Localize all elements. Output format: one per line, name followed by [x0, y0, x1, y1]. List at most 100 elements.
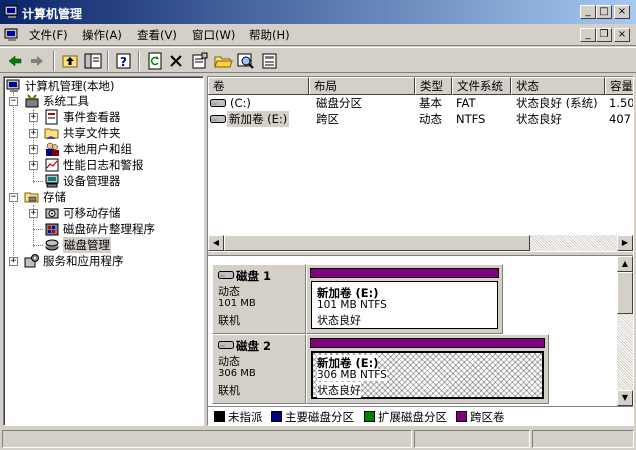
- expand-icon[interactable]: +: [29, 145, 38, 154]
- disk-2-volume-area[interactable]: 新加卷 (E:) 306 MB NTFS 状态良好: [306, 334, 549, 404]
- status-bar-pane-3: [532, 430, 634, 448]
- back-icon[interactable]: [5, 51, 25, 71]
- tree-item-label: 设备管理器: [63, 174, 121, 188]
- expand-icon[interactable]: +: [29, 129, 38, 138]
- restore-icon: ❐: [599, 29, 609, 40]
- show-hide-tree-icon[interactable]: [83, 51, 103, 71]
- minimize-button[interactable]: _: [580, 5, 596, 19]
- close-button[interactable]: ×: [614, 5, 630, 19]
- mmc-console-icon[interactable]: [4, 27, 20, 43]
- collapse-icon[interactable]: −: [9, 193, 18, 202]
- disk-name: 磁盘 1: [236, 269, 272, 283]
- forward-icon[interactable]: [27, 51, 47, 71]
- cell-capacity: 407: [609, 112, 631, 126]
- scroll-left-icon[interactable]: ◀: [208, 235, 224, 251]
- computer-management-icon: [4, 5, 18, 18]
- disk-1-volume-area[interactable]: 新加卷 (E:) 101 MB NTFS 状态良好: [306, 264, 503, 334]
- removable-storage-icon: [45, 208, 59, 219]
- collapse-icon[interactable]: −: [9, 97, 18, 106]
- disk-2-info[interactable]: 磁盘 2 动态 306 MB 联机: [212, 334, 306, 404]
- maximize-button[interactable]: □: [596, 5, 612, 19]
- legend-label: 主要磁盘分区: [285, 410, 354, 424]
- legend-swatch-primary: [271, 411, 282, 422]
- disk-icon: [218, 271, 234, 279]
- child-restore-button[interactable]: ❐: [596, 28, 612, 42]
- expand-icon[interactable]: +: [29, 161, 38, 170]
- cell-status: 状态良好 (系统): [516, 96, 598, 110]
- toolbar-separator: [138, 51, 140, 71]
- disk-1-info[interactable]: 磁盘 1 动态 101 MB 联机: [212, 264, 306, 334]
- performance-logs-icon: [45, 158, 59, 172]
- minimize-icon: _: [585, 29, 591, 40]
- title-bar[interactable]: 计算机管理 _ □ ×: [0, 0, 636, 24]
- open-folder-icon[interactable]: [213, 51, 233, 71]
- status-bar-pane-1: [2, 430, 412, 448]
- delete-icon[interactable]: [166, 51, 186, 71]
- scroll-right-icon[interactable]: ▶: [617, 235, 633, 251]
- tree-item-label: 服务和应用程序: [43, 254, 124, 268]
- disk-name: 磁盘 2: [236, 339, 272, 353]
- expand-icon[interactable]: +: [29, 209, 38, 218]
- cell-filesystem: FAT: [456, 96, 476, 110]
- column-header-capacity[interactable]: 容量: [605, 77, 633, 95]
- child-close-button[interactable]: ×: [614, 28, 630, 42]
- expand-icon[interactable]: +: [29, 113, 38, 122]
- menu-window[interactable]: 窗口(W): [192, 27, 235, 43]
- scroll-up-icon[interactable]: ▲: [617, 256, 633, 272]
- status-bar-pane-2: [414, 430, 530, 448]
- properties-icon[interactable]: [190, 51, 210, 71]
- expand-icon[interactable]: +: [9, 257, 18, 266]
- cell-status: 状态良好: [516, 112, 562, 126]
- volume-size-fs: 306 MB NTFS: [317, 369, 387, 381]
- table-row[interactable]: 新加卷 (E:) 跨区 动态 NTFS 状态良好 407: [208, 111, 633, 127]
- tree-item-label: 磁盘碎片整理程序: [63, 222, 155, 236]
- menu-help[interactable]: 帮助(H): [249, 27, 290, 43]
- legend-label: 扩展磁盘分区: [378, 410, 447, 424]
- tree-item-label: 可移动存储: [63, 206, 121, 220]
- computer-management-icon: [6, 79, 20, 92]
- column-header-layout[interactable]: 布局: [309, 77, 415, 95]
- column-header-status[interactable]: 状态: [511, 77, 605, 95]
- window-title: 计算机管理: [22, 7, 83, 21]
- scroll-down-icon[interactable]: ▼: [617, 390, 633, 406]
- help-topics-icon[interactable]: ?: [114, 51, 134, 71]
- up-icon[interactable]: [60, 51, 80, 71]
- column-header-type[interactable]: 类型: [415, 77, 452, 95]
- tree-line: [13, 92, 14, 262]
- event-viewer-icon: [45, 109, 58, 125]
- cell-volume: 新加卷 (E:): [227, 111, 290, 127]
- users-icon: [46, 142, 59, 156]
- child-minimize-button[interactable]: _: [580, 28, 596, 42]
- tree-item-label: 系统工具: [43, 94, 89, 108]
- menu-file[interactable]: 文件(F): [29, 27, 68, 43]
- volume-e-segment[interactable]: 新加卷 (E:) 101 MB NTFS 状态良好: [311, 281, 498, 329]
- scroll-thumb[interactable]: [617, 272, 633, 314]
- drive-icon: [210, 99, 226, 107]
- disk-vertical-scrollbar[interactable]: ▲ ▼: [617, 256, 633, 406]
- tree-line: [33, 229, 43, 230]
- legend: 未指派 主要磁盘分区 扩展磁盘分区 跨区卷: [208, 406, 633, 425]
- tree-item-label: 性能日志和警报: [63, 158, 144, 172]
- menu-view[interactable]: 查看(V): [137, 27, 177, 43]
- find-icon[interactable]: [236, 51, 256, 71]
- toolbar-separator: [107, 51, 109, 71]
- list-horizontal-scrollbar[interactable]: ◀ ▶: [208, 235, 633, 251]
- console-tree[interactable]: 计算机管理(本地) − 系统工具 + 事件查看器 + 共享文件夹 + 本地用户和…: [3, 76, 204, 426]
- disk-size: 101 MB: [218, 298, 256, 309]
- cell-volume: (C:): [230, 96, 251, 110]
- volume-e-segment-selected[interactable]: 新加卷 (E:) 306 MB NTFS 状态良好: [311, 351, 544, 399]
- export-list-icon[interactable]: [260, 51, 280, 71]
- shared-folder-icon: [44, 128, 59, 140]
- column-header-volume[interactable]: 卷: [208, 77, 309, 95]
- storage-icon: [24, 192, 39, 203]
- disk-graphical-view: 磁盘 1 动态 101 MB 联机 新加卷 (E:) 101 MB NTFS 状…: [208, 256, 617, 406]
- legend-label: 未指派: [228, 410, 263, 424]
- tree-item-label: 磁盘管理: [63, 237, 111, 253]
- scroll-thumb[interactable]: [224, 235, 530, 251]
- menu-action[interactable]: 操作(A): [82, 27, 122, 43]
- table-row[interactable]: (C:) 磁盘分区 基本 FAT 状态良好 (系统) 1.50: [208, 95, 633, 111]
- disk-icon: [218, 341, 234, 349]
- refresh-icon[interactable]: [145, 51, 165, 71]
- column-header-filesystem[interactable]: 文件系统: [452, 77, 511, 95]
- services-apps-icon: [24, 254, 39, 268]
